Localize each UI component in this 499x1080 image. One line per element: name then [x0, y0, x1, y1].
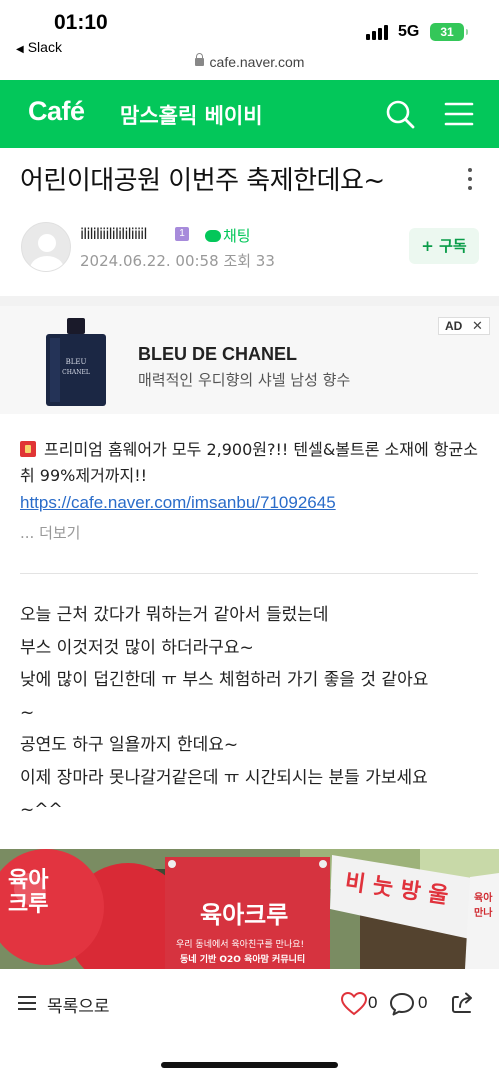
- svg-text:BLEU: BLEU: [66, 358, 87, 366]
- promo-link[interactable]: https://cafe.naver.com/imsanbu/71092645: [20, 493, 336, 513]
- back-to-app-button[interactable]: ◀ Slack: [16, 39, 62, 55]
- url-text: cafe.naver.com: [209, 54, 305, 70]
- body-line: ~^^: [20, 800, 63, 820]
- body-line: 낮에 많이 덥긴한데 ㅠ 부스 체험하러 가기 좋을 것 같아요: [20, 670, 429, 690]
- more-options-icon[interactable]: [460, 166, 480, 192]
- bottom-action-bar: 목록으로 0 0: [0, 972, 499, 1036]
- author-name[interactable]: ilililiiililililiiiil: [80, 225, 148, 243]
- share-icon[interactable]: [450, 990, 476, 1016]
- svg-text:CHANEL: CHANEL: [62, 369, 90, 376]
- comment-count: 0: [418, 993, 428, 1012]
- chat-bubble-icon: [205, 230, 221, 242]
- subscribe-button[interactable]: + 구독: [409, 228, 479, 264]
- battery-icon: 31: [430, 23, 468, 41]
- content-divider: [20, 573, 478, 574]
- body-line: 이제 장마라 못나갈거같은데 ㅠ 시간되시는 분들 가보세요: [20, 767, 428, 788]
- address-bar[interactable]: cafe.naver.com: [0, 53, 499, 70]
- menu-icon[interactable]: [443, 100, 475, 128]
- ad-brand: BLEU DE CHANEL: [138, 344, 298, 364]
- banner-title: 육아크루: [200, 901, 289, 929]
- body-line: 공연도 하구 일욜까지 한데요~: [20, 735, 239, 755]
- promo-text-content: 프리미엄 홈웨어가 모두 2,900원?!! 텐셀&볼트론 소재에 항균소취 9…: [20, 440, 478, 485]
- banner-line-1: 우리 동네에서 육아친구를 만나요!: [176, 940, 305, 950]
- like-count: 0: [368, 993, 378, 1012]
- status-bar: 01:10 ◀ Slack 5G 31 cafe.naver.com: [0, 0, 499, 80]
- list-icon: [18, 996, 36, 1010]
- back-to-list-label: 목록으로: [47, 997, 110, 1017]
- promo-text: 프리미엄 홈웨어가 모두 2,900원?!! 텐셀&볼트론 소재에 항균소취 9…: [20, 437, 480, 489]
- right-sign-text: 육아 만나: [474, 893, 493, 919]
- section-divider: [0, 296, 499, 306]
- chat-label: 채팅: [223, 227, 251, 245]
- cafe-name[interactable]: 맘스홀릭 베이비: [120, 100, 263, 130]
- read-more-link[interactable]: ... 더보기: [20, 522, 80, 543]
- ad-banner[interactable]: BLEU CHANEL BLEU DE CHANEL 매력적인 우디향의 샤넬 …: [0, 306, 499, 414]
- back-app-label: Slack: [27, 39, 62, 55]
- home-indicator[interactable]: [161, 1062, 338, 1068]
- ad-label: AD: [445, 319, 463, 333]
- ad-badge: AD ✕: [438, 317, 490, 335]
- body-line: 오늘 근처 갔다가 뭐하는거 같아서 들렀는데: [20, 605, 329, 625]
- comment-icon[interactable]: [389, 991, 415, 1017]
- balloon-text: 육아 크루: [8, 868, 49, 917]
- chat-button[interactable]: 채팅: [205, 225, 251, 246]
- post-meta: 2024.06.22. 00:58 조회 33: [80, 250, 275, 271]
- post-date: 2024.06.22. 00:58: [80, 252, 219, 270]
- network-type: 5G: [398, 23, 420, 40]
- post-title: 어린이대공원 이번주 축제한데요~: [20, 166, 385, 196]
- ad-description: 매력적인 우디향의 샤넬 남성 향수: [138, 371, 351, 389]
- ad-close-icon[interactable]: ✕: [472, 318, 483, 334]
- signal-strength-icon: [366, 24, 390, 40]
- default-avatar-icon: [30, 234, 64, 271]
- member-grade-badge: 1: [175, 227, 189, 241]
- cafe-logo[interactable]: Café: [28, 96, 85, 127]
- banner-line-2: 동네 기반 O2O 육아맘 커뮤니티: [180, 955, 306, 965]
- search-icon[interactable]: [384, 98, 416, 130]
- heart-icon[interactable]: [341, 991, 367, 1017]
- body-line: ~: [20, 702, 35, 723]
- status-time: 01:10: [54, 11, 108, 34]
- cafe-header: Café 맘스홀릭 베이비: [0, 80, 499, 148]
- view-count: 조회 33: [223, 252, 275, 270]
- avatar[interactable]: [21, 222, 71, 272]
- perfume-bottle-image: BLEU CHANEL: [46, 318, 106, 406]
- post-photo[interactable]: 육아 크루 육아크루 우리 동네에서 육아친구를 만나요! 동네 기반 O2O …: [0, 849, 499, 969]
- post-body: 오늘 근처 갔다가 뭐하는거 같아서 들렀는데 부스 이것저것 많이 하더라구요…: [20, 599, 482, 827]
- promo-badge-icon: [20, 441, 36, 457]
- lock-icon: [194, 53, 204, 66]
- body-line: 부스 이것저것 많이 하더라구요~: [20, 637, 254, 658]
